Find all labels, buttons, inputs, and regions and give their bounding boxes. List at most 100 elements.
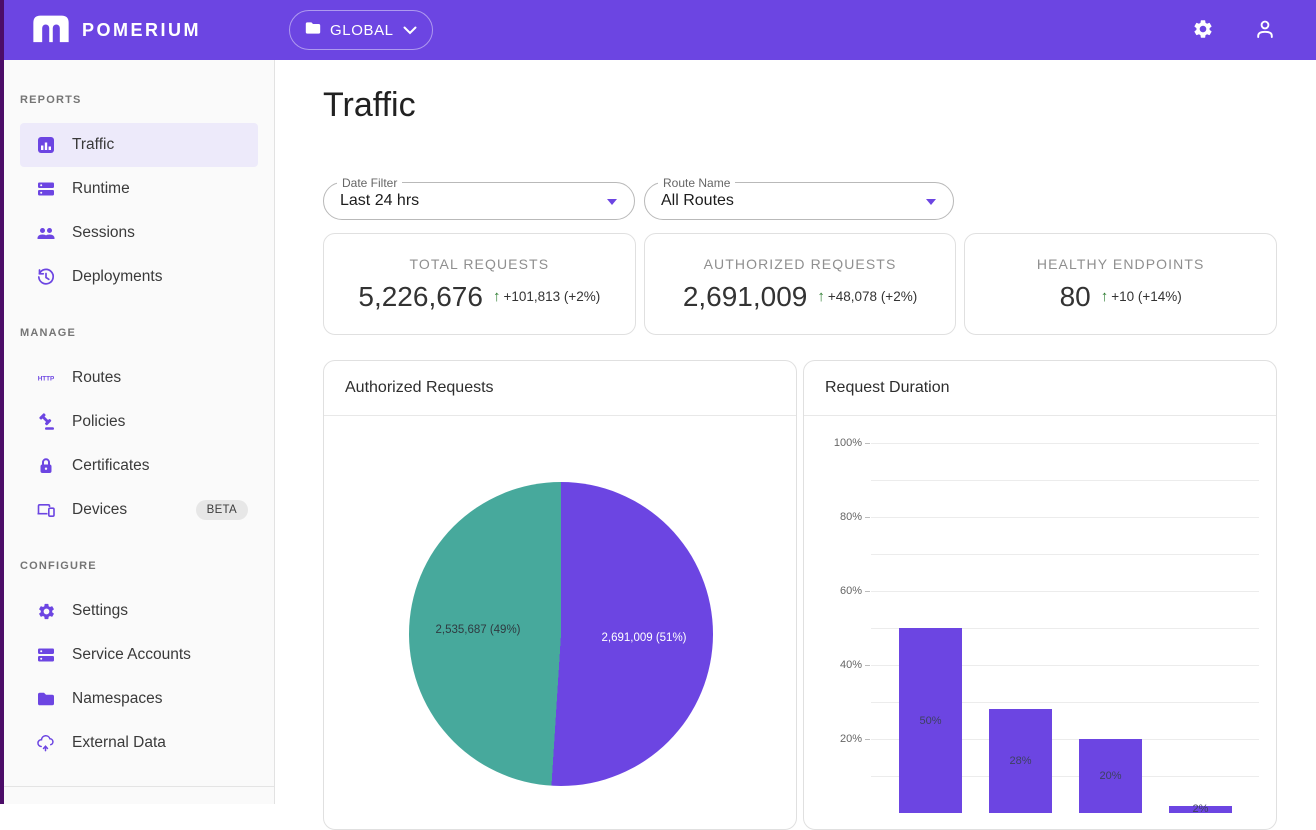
sidebar-item-policies[interactable]: Policies [20,400,258,444]
stat-change: ↑+48,078 (+2%) [817,288,917,305]
sidebar-item-namespaces[interactable]: Namespaces [20,677,258,721]
y-axis-tick-label: 40% [812,659,862,671]
people-icon [36,223,56,243]
pie-chart: 2,691,009 (51%) 2,535,687 (49%) [409,482,713,786]
stat-change: ↑+10 (+14%) [1101,288,1182,305]
y-axis-tick-mark [865,517,870,518]
main-content: Traffic Date Filter Last 24 hrs Route Na… [275,60,1316,830]
stat-value: 2,691,009 [683,281,808,313]
chevron-down-icon [403,22,417,39]
stat-card-healthy-endpoints: HEALTHY ENDPOINTS 80 ↑+10 (+14%) [964,233,1277,335]
sidebar-item-routes[interactable]: HTTP Routes [20,356,258,400]
charts-row: Authorized Requests 2,691,009 (51%) 2,53… [323,360,1277,830]
global-button-label: GLOBAL [330,22,394,39]
page-title: Traffic [323,86,1277,125]
date-filter-select[interactable]: Date Filter Last 24 hrs [323,182,635,220]
dropdown-arrow-icon [607,199,617,205]
bar-value-label: 28% [989,755,1052,767]
y-axis-tick-label: 20% [812,733,862,745]
folder-icon [36,689,56,709]
stat-change-text: +10 (+14%) [1111,289,1182,304]
account-button[interactable] [1245,10,1285,50]
stat-value: 5,226,676 [358,281,483,313]
y-axis-tick-mark [865,739,870,740]
global-namespace-button[interactable]: GLOBAL [289,10,433,50]
bar-chart-plot: 100%80%60%40%20%50%28%20%2% [804,416,1276,830]
sidebar-item-label: External Data [72,734,166,752]
sidebar-item-deployments[interactable]: Deployments [20,255,258,299]
gear-icon [36,601,56,621]
y-axis-tick-label: 80% [812,511,862,523]
gridline [871,554,1259,555]
sidebar-item-settings[interactable]: Settings [20,589,258,633]
gear-icon [1192,18,1214,43]
sidebar-item-label: Namespaces [72,690,162,708]
stat-title: AUTHORIZED REQUESTS [704,256,897,272]
stat-card-total-requests: TOTAL REQUESTS 5,226,676 ↑+101,813 (+2%) [323,233,636,335]
sidebar-item-label: Policies [72,413,125,431]
gridline [871,591,1259,592]
lock-icon [36,456,56,476]
dropdown-arrow-icon [926,199,936,205]
sidebar-section-reports: REPORTS [20,94,258,106]
sidebar-item-label: Routes [72,369,121,387]
gridline [871,517,1259,518]
settings-button[interactable] [1183,10,1223,50]
devices-icon [36,500,56,520]
pomerium-arches-icon [30,13,72,48]
route-name-label: Route Name [658,176,735,190]
bar-chart-area: 100%80%60%40%20%50%28%20%2% [804,416,1276,830]
y-axis-tick-label: 60% [812,585,862,597]
storage-icon [36,179,56,199]
bar-value-label: 20% [1079,770,1142,782]
chart-title: Authorized Requests [324,361,796,416]
y-axis-tick-mark [865,591,870,592]
stat-title: TOTAL REQUESTS [410,256,550,272]
arrow-up-icon: ↑ [817,288,825,305]
bar-chart-icon [36,135,56,155]
route-name-select[interactable]: Route Name All Routes [644,182,954,220]
cloud-sync-icon [36,733,56,753]
stat-title: HEALTHY ENDPOINTS [1037,256,1205,272]
stat-change-text: +101,813 (+2%) [503,289,600,304]
sidebar-item-certificates[interactable]: Certificates [20,444,258,488]
sidebar-item-sessions[interactable]: Sessions [20,211,258,255]
route-name-value: All Routes [661,192,734,210]
bar-value-label: 50% [899,715,962,727]
stat-change-text: +48,078 (+2%) [828,289,917,304]
gridline [871,443,1259,444]
sidebar-item-devices[interactable]: Devices BETA [20,488,258,532]
http-icon: HTTP [36,368,56,388]
sidebar-section-configure: CONFIGURE [20,560,258,572]
sidebar-item-external-data[interactable]: External Data [20,721,258,765]
history-clock-icon [36,267,56,287]
stat-value: 80 [1060,281,1091,313]
sidebar-item-label: Runtime [72,180,130,198]
pie-chart-area: 2,691,009 (51%) 2,535,687 (49%) [324,416,796,830]
pie-slice-label-authorized: 2,691,009 (51%) [601,632,686,644]
sidebar-item-label: Service Accounts [72,646,191,664]
sidebar-item-runtime[interactable]: Runtime [20,167,258,211]
sidebar-item-label: Devices [72,501,127,519]
stat-card-authorized-requests: AUTHORIZED REQUESTS 2,691,009 ↑+48,078 (… [644,233,957,335]
bar-value-label: 2% [1169,803,1232,815]
sidebar-item-service-accounts[interactable]: Service Accounts [20,633,258,677]
sidebar-item-label: Settings [72,602,128,620]
storage-icon [36,645,56,665]
arrow-up-icon: ↑ [1101,288,1109,305]
left-edge-strip [0,0,4,804]
sidebar-item-traffic[interactable]: Traffic [20,123,258,167]
stat-change: ↑+101,813 (+2%) [493,288,600,305]
sidebar-item-label: Sessions [72,224,135,242]
svg-text:HTTP: HTTP [38,376,55,383]
brand-name: POMERIUM [82,20,201,41]
pomerium-logo: POMERIUM [30,13,201,48]
gavel-icon [36,412,56,432]
date-filter-value: Last 24 hrs [340,192,419,210]
person-icon [1253,17,1277,44]
gridline [871,480,1259,481]
folder-icon [305,21,321,39]
arrow-up-icon: ↑ [493,288,501,305]
sidebar: REPORTS Traffic Runtime Sessions Deploym… [4,60,275,804]
date-filter-label: Date Filter [337,176,402,190]
